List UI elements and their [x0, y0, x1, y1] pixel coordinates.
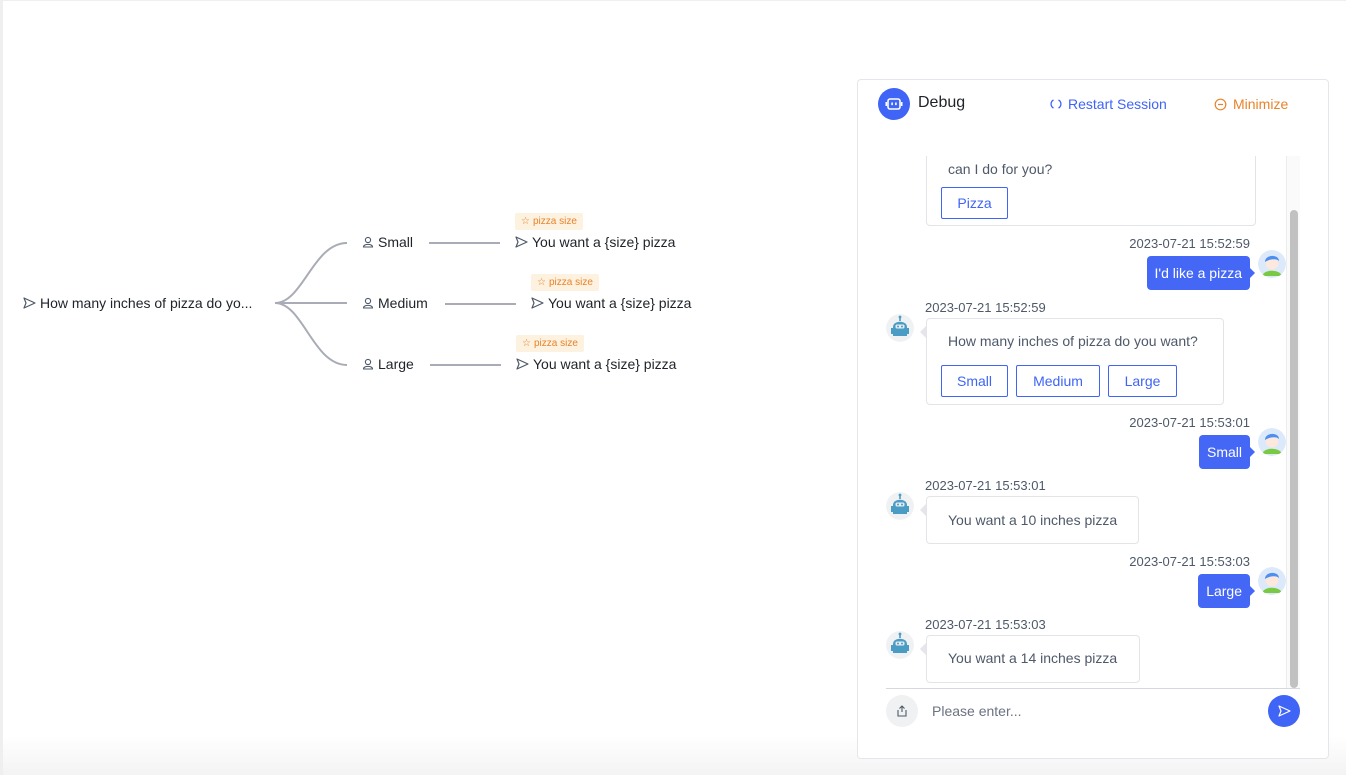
reply-label: You want a {size} pizza	[532, 234, 676, 250]
intent-node-medium[interactable]: Medium	[362, 295, 428, 311]
reply-node-small[interactable]: You want a {size} pizza	[515, 234, 675, 250]
message-composer	[886, 688, 1300, 748]
intent-label: Small	[378, 234, 414, 250]
option-button-pizza[interactable]: Pizza	[941, 187, 1008, 219]
star-icon: ☆	[522, 338, 531, 349]
bot-message: You want a 14 inches pizza	[926, 635, 1140, 683]
message-timestamp: 2023-07-21 15:53:01	[925, 478, 1046, 493]
user-message: I'd like a pizza	[1146, 256, 1255, 290]
option-button-large[interactable]: Large	[1108, 365, 1177, 397]
message-scrollbar[interactable]	[1286, 156, 1300, 688]
slot-tag-label: pizza size	[533, 338, 578, 349]
option-button-medium[interactable]: Medium	[1016, 365, 1100, 397]
intent-node-small[interactable]: Small	[362, 234, 413, 250]
bot-message: How many inches of pizza do you want? Sm…	[926, 318, 1224, 405]
debug-title: Debug	[918, 94, 966, 111]
message-input[interactable]	[932, 699, 1252, 723]
user-avatar-icon	[1258, 567, 1286, 595]
option-button-small[interactable]: Small	[941, 365, 1008, 397]
bot-avatar-icon	[886, 492, 914, 520]
refresh-icon	[1050, 99, 1062, 109]
connector-large	[274, 302, 348, 366]
slot-tag-label: pizza size	[548, 277, 593, 288]
root-node[interactable]: How many inches of pizza do yo...	[23, 295, 252, 311]
user-message: Large	[1198, 574, 1255, 608]
message-timestamp: 2023-07-21 15:52:59	[925, 300, 1046, 315]
reply-node-medium[interactable]: You want a {size} pizza	[531, 295, 691, 311]
send-icon	[515, 236, 528, 248]
message-text: can I do for you?	[948, 161, 1053, 177]
minimize-button[interactable]: Minimize	[1214, 96, 1288, 112]
message-timestamp: 2023-07-21 15:53:03	[1129, 554, 1250, 569]
reply-label: You want a {size} pizza	[533, 356, 677, 372]
restart-session-label: Restart Session	[1068, 96, 1167, 112]
message-text: You want a 10 inches pizza	[948, 512, 1118, 528]
send-icon	[531, 297, 544, 309]
scrollbar-thumb[interactable]	[1290, 210, 1298, 688]
user-icon	[362, 358, 374, 370]
intent-node-large[interactable]: Large	[362, 356, 414, 372]
flow-connectors	[274, 242, 348, 366]
upload-icon	[897, 705, 907, 717]
star-icon: ☆	[537, 277, 546, 288]
message-timestamp: 2023-07-21 15:53:03	[925, 617, 1046, 632]
intent-label: Medium	[378, 295, 428, 311]
connector-small	[274, 242, 348, 304]
send-icon	[516, 358, 529, 370]
send-icon	[1277, 705, 1291, 717]
message-timestamp: 2023-07-21 15:53:01	[1129, 415, 1250, 430]
bot-message: You want a 10 inches pizza	[926, 496, 1139, 544]
slot-tag-label: pizza size	[532, 216, 577, 227]
slot-tag: ☆ pizza size	[515, 213, 583, 230]
bot-avatar-icon	[886, 631, 914, 659]
user-icon	[362, 236, 374, 248]
reply-node-large[interactable]: You want a {size} pizza	[516, 356, 676, 372]
root-node-label: How many inches of pizza do yo...	[40, 295, 253, 311]
user-message: Small	[1198, 435, 1256, 469]
intent-label: Large	[378, 356, 414, 372]
message-list: can I do for you? Pizza 2023-07-21 15:52…	[886, 156, 1300, 686]
dialog-flow-tree: How many inches of pizza do yo... Small …	[3, 1, 853, 776]
user-avatar-icon	[1258, 428, 1286, 456]
message-text: How many inches of pizza do you want?	[948, 333, 1198, 349]
restart-session-button[interactable]: Restart Session	[1050, 96, 1167, 112]
send-button[interactable]	[1268, 695, 1300, 727]
send-icon	[23, 297, 36, 309]
message-timestamp: 2023-07-21 15:52:59	[1129, 236, 1250, 251]
upload-button[interactable]	[886, 695, 918, 727]
bot-avatar-icon	[886, 314, 914, 342]
minus-circle-icon	[1214, 98, 1227, 110]
debug-panel: Debug Restart Session Minimize can I do …	[857, 79, 1329, 759]
connector-line	[429, 242, 500, 244]
reply-label: You want a {size} pizza	[548, 295, 692, 311]
message-text: You want a 14 inches pizza	[948, 650, 1118, 666]
minimize-label: Minimize	[1233, 96, 1289, 112]
robot-icon	[878, 88, 910, 120]
debug-header: Debug Restart Session Minimize	[858, 80, 1328, 128]
user-icon	[362, 297, 374, 309]
slot-tag: ☆ pizza size	[516, 335, 584, 352]
bot-message: can I do for you? Pizza	[926, 156, 1256, 226]
slot-tag: ☆ pizza size	[531, 274, 599, 291]
star-icon: ☆	[521, 216, 530, 227]
user-avatar-icon	[1258, 250, 1286, 278]
connector-line	[445, 303, 516, 305]
connector-line	[430, 364, 501, 366]
